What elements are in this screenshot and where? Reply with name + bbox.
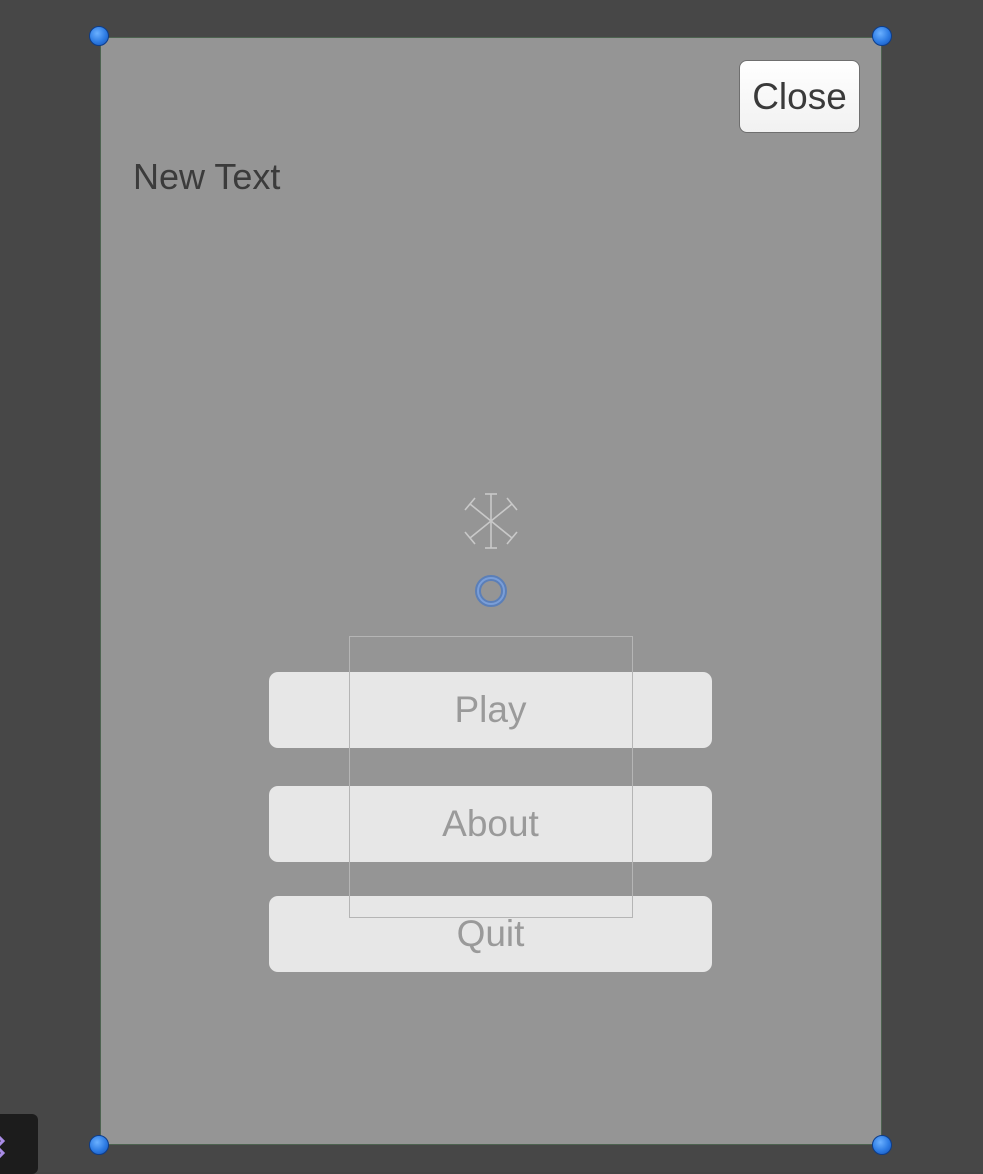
play-button[interactable]: Play [269, 672, 712, 748]
toolbar-gizmo-icon [0, 1135, 6, 1159]
quit-button[interactable]: Quit [269, 896, 712, 972]
about-button[interactable]: About [269, 786, 712, 862]
resize-handle-bottom-left[interactable] [89, 1135, 109, 1155]
resize-handle-bottom-right[interactable] [872, 1135, 892, 1155]
toolbar-gizmo[interactable] [0, 1114, 38, 1174]
new-text-label: New Text [133, 156, 281, 197]
pivot-icon[interactable] [473, 573, 509, 609]
resize-handle-top-left[interactable] [89, 26, 109, 46]
scene-viewport[interactable]: Close New Text Play About Quit [0, 0, 983, 1174]
resize-handle-top-right[interactable] [872, 26, 892, 46]
close-button[interactable]: Close [739, 60, 860, 133]
directional-light-icon [464, 493, 518, 549]
